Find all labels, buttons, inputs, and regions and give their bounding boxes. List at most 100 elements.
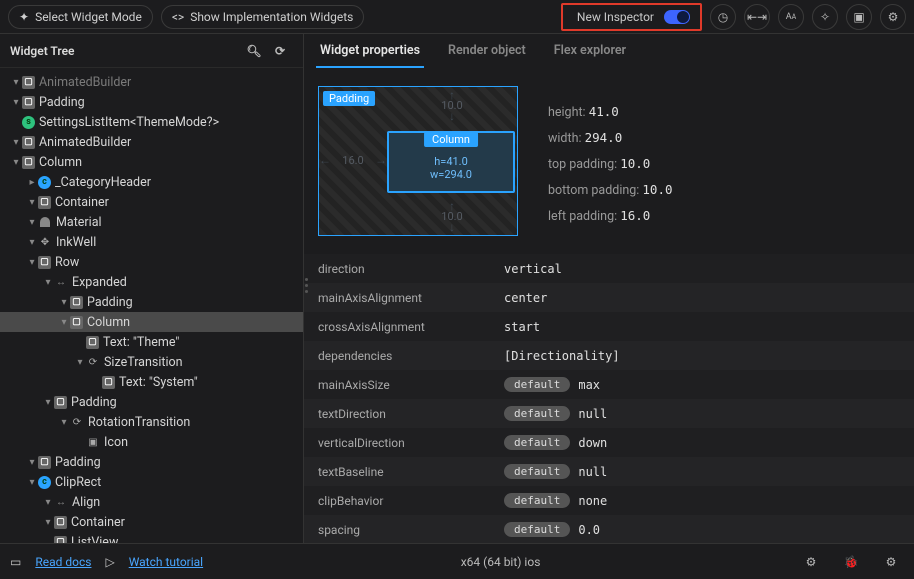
brightness-icon[interactable]: ✧	[812, 4, 838, 30]
tree-row[interactable]: ▾Material	[0, 212, 303, 232]
tree-item-label: Padding	[39, 95, 85, 110]
tree-row[interactable]: ▾▢Container	[0, 192, 303, 212]
tree-row[interactable]: ▾▢Row	[0, 252, 303, 272]
expand-arrow-icon[interactable]: ▾	[26, 217, 38, 228]
expand-arrow-icon[interactable]: ▾	[42, 277, 54, 288]
expand-arrow-icon[interactable]: ▾	[58, 417, 70, 428]
expand-arrow-icon[interactable]: ▾	[10, 157, 22, 168]
widget-type-icon: ⟳	[86, 355, 100, 369]
tree-row[interactable]: ▾✥InkWell	[0, 232, 303, 252]
expand-arrow-icon[interactable]: ▾	[10, 77, 22, 88]
expand-arrow-icon[interactable]: ▾	[42, 517, 54, 528]
property-row: mainAxisAlignmentcenter	[304, 283, 914, 312]
property-row: spacingdefault0.0	[304, 515, 914, 543]
widget-tree-title: Widget Tree	[10, 44, 75, 58]
tree-item-label: AnimatedBuilder	[39, 135, 131, 150]
expand-arrow-icon[interactable]: ▾	[26, 197, 38, 208]
expand-arrow-icon[interactable]: ▸	[26, 177, 38, 188]
diagram-width: w=294.0	[430, 168, 472, 181]
expand-arrow-icon[interactable]: ▾	[26, 457, 38, 468]
property-value: center	[504, 291, 547, 305]
tree-row[interactable]: ▢Text: "Theme"	[0, 332, 303, 352]
property-value: default0.0	[504, 522, 600, 537]
new-inspector-toggle[interactable]	[664, 10, 690, 24]
tree-row[interactable]: ▢ListView	[0, 532, 303, 543]
tree-row[interactable]: ▾↔Align	[0, 492, 303, 512]
tree-row[interactable]: ▾▢Container	[0, 512, 303, 532]
panel-drag-handle[interactable]	[305, 278, 308, 293]
watch-tutorial-link[interactable]: Watch tutorial	[129, 555, 203, 569]
settings-icon[interactable]: ⚙	[880, 4, 906, 30]
property-row: verticalDirectiondefaultdown	[304, 428, 914, 457]
tree-row[interactable]: ▾▢Padding	[0, 392, 303, 412]
expand-arrow-icon[interactable]: ▾	[42, 497, 54, 508]
code-icon: <>	[172, 10, 184, 24]
expand-arrow-icon[interactable]: ▾	[58, 297, 70, 308]
search-icon[interactable]: 🔍︎	[241, 38, 267, 64]
expand-arrow-icon[interactable]: ▾	[26, 257, 38, 268]
tree-row[interactable]: ▾↔Expanded	[0, 272, 303, 292]
tree-row[interactable]: sSettingsListItem<ThemeMode?>	[0, 112, 303, 132]
expand-arrow-icon[interactable]: ▾	[10, 137, 22, 148]
property-key: direction	[318, 262, 504, 276]
tree-row[interactable]: ▾cClipRect	[0, 472, 303, 492]
tree-row[interactable]: ▾▢ AnimatedBuilder	[0, 132, 303, 152]
widget-type-icon: ▣	[86, 435, 100, 449]
tab-render-object[interactable]: Render object	[444, 43, 530, 68]
property-value: defaultnone	[504, 493, 607, 508]
tree-row[interactable]: ▾▢Padding	[0, 292, 303, 312]
text-scale-icon[interactable]: AA	[778, 4, 804, 30]
tree-item-label: _CategoryHeader	[55, 175, 151, 190]
show-implementation-button[interactable]: <> Show Implementation Widgets	[161, 5, 365, 29]
widget-type-icon: ▢	[54, 536, 67, 544]
widget-type-icon: ▢	[102, 376, 115, 389]
tree-item-label: Container	[55, 195, 109, 210]
timer-icon[interactable]: ◷	[710, 4, 736, 30]
expand-arrow-icon[interactable]: ▾	[26, 477, 38, 488]
property-row: crossAxisAlignmentstart	[304, 312, 914, 341]
bottom-settings-icon[interactable]: ⚙	[798, 549, 824, 575]
guides-icon[interactable]: ⇤⇥	[744, 4, 770, 30]
expand-arrow-icon[interactable]: ▾	[58, 317, 70, 328]
read-docs-link[interactable]: Read docs	[35, 555, 91, 569]
widget-type-icon: c	[38, 176, 51, 189]
tree-row[interactable]: ▾⟳SizeTransition	[0, 352, 303, 372]
tree-row[interactable]: ▢Text: "System"	[0, 372, 303, 392]
widget-type-icon: ▢	[86, 336, 99, 349]
bottom-gear-icon[interactable]: ⚙	[878, 549, 904, 575]
tree-item-label: Column	[87, 315, 130, 330]
default-pill: default	[504, 406, 570, 421]
widget-tree[interactable]: ▾▢AnimatedBuilder▾▢PaddingsSettingsListI…	[0, 68, 303, 543]
expand-arrow-icon[interactable]: ▾	[42, 397, 54, 408]
tree-row[interactable]: ▾▢Column	[0, 152, 303, 172]
image-icon[interactable]: ▣	[846, 4, 872, 30]
widget-type-icon: ▢	[22, 96, 35, 109]
properties-table: directionverticalmainAxisAlignmentcenter…	[304, 254, 914, 543]
tree-row[interactable]: ▾▢ Column	[0, 312, 303, 332]
summary-key: bottom padding:	[548, 183, 642, 198]
widget-type-icon: ✥	[38, 235, 52, 249]
widget-type-icon: ▢	[70, 316, 83, 329]
property-row: dependencies[Directionality]	[304, 341, 914, 370]
tree-row[interactable]: ▾▢Padding	[0, 452, 303, 472]
tree-item-label: AnimatedBuilder	[39, 75, 131, 90]
tab-widget-properties[interactable]: Widget properties	[316, 43, 424, 68]
tree-row[interactable]: ▾▢ Padding	[0, 92, 303, 112]
expand-arrow-icon[interactable]: ▾	[26, 237, 38, 248]
expand-arrow-icon[interactable]: ▾	[74, 357, 86, 368]
tree-row[interactable]: ▾⟳RotationTransition	[0, 412, 303, 432]
widget-type-icon: ▢	[70, 296, 83, 309]
select-widget-mode-button[interactable]: ✦ Select Widget Mode	[8, 5, 153, 29]
tree-row[interactable]: ▣Icon	[0, 432, 303, 452]
tree-row[interactable]: ▸c _CategoryHeader	[0, 172, 303, 192]
expand-arrow-icon[interactable]: ▾	[10, 97, 22, 108]
tab-flex-explorer[interactable]: Flex explorer	[550, 43, 630, 68]
refresh-icon[interactable]: ⟳	[267, 38, 293, 64]
tree-row[interactable]: ▾▢AnimatedBuilder	[0, 72, 303, 92]
property-key: spacing	[318, 523, 504, 537]
summary-key: top padding:	[548, 157, 620, 172]
summary-key: height:	[548, 105, 589, 120]
video-icon: ▷	[105, 555, 114, 569]
bug-icon[interactable]: 🐞	[838, 549, 864, 575]
widget-type-icon: ▢	[22, 136, 35, 149]
